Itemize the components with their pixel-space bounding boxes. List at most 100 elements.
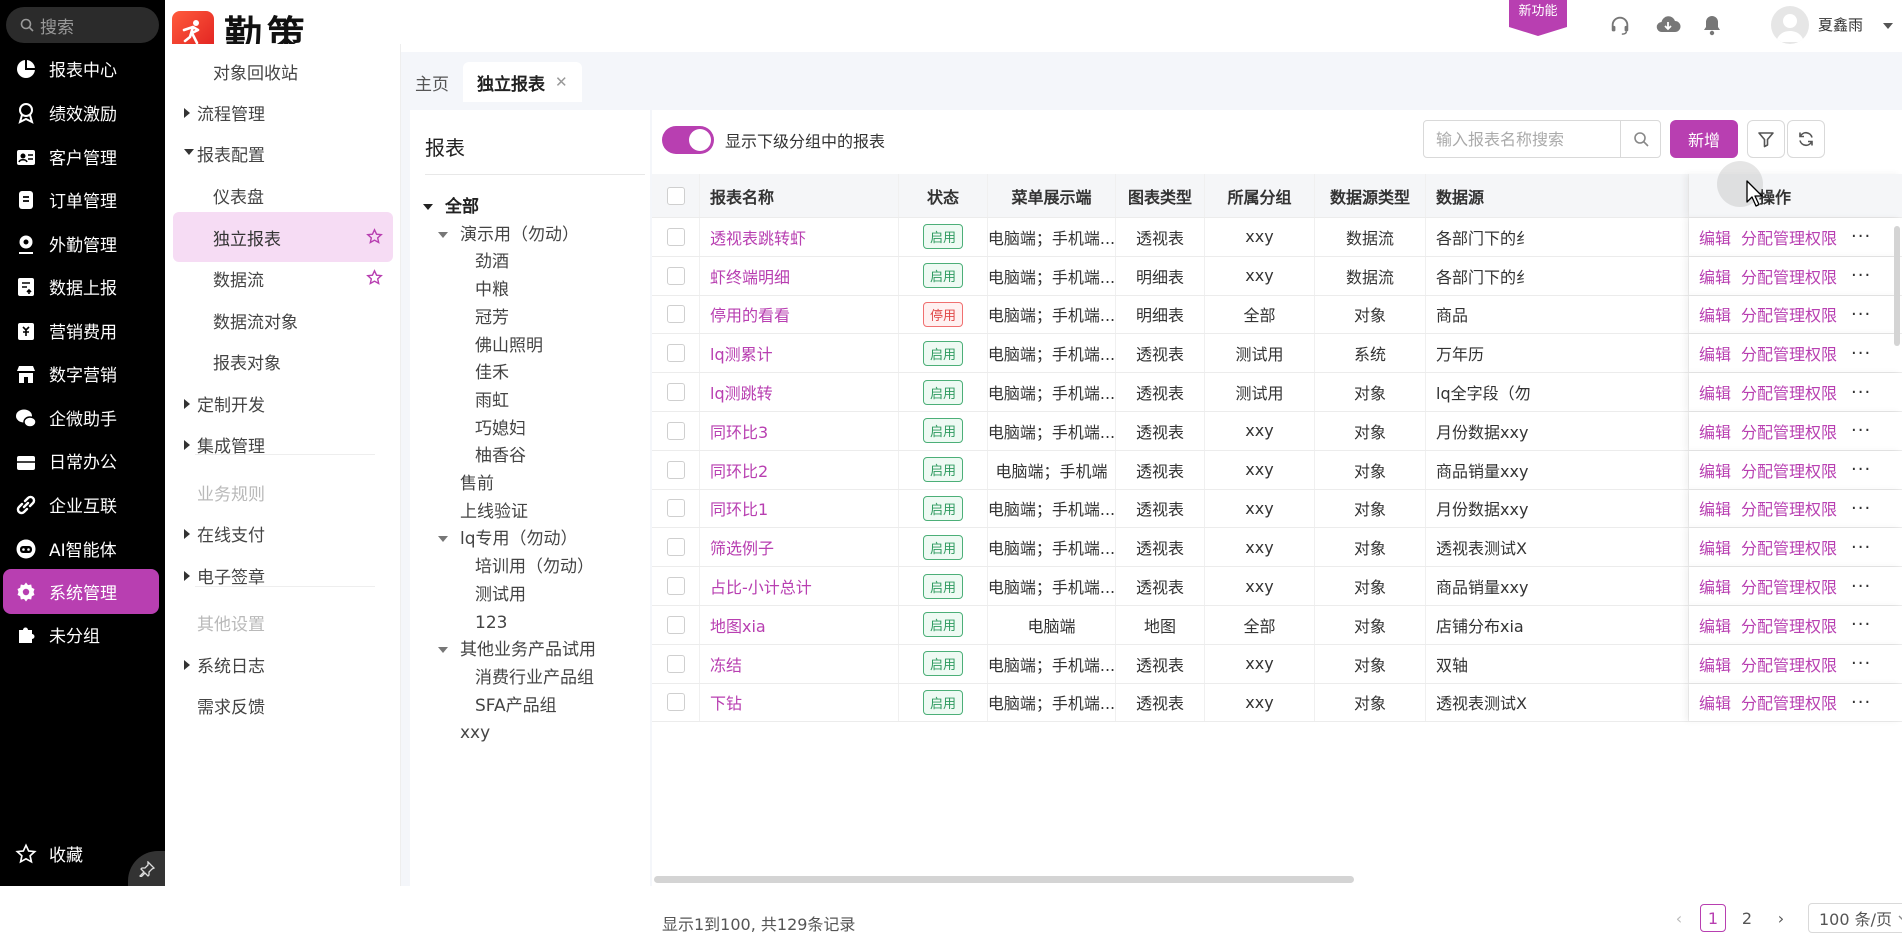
more-icon[interactable]: ··· <box>1851 420 1871 441</box>
sub-nav-item[interactable]: 需求反馈 <box>173 680 393 730</box>
tree-node[interactable]: 其他业务产品试用 <box>438 636 596 664</box>
report-name-link[interactable]: lq测跳转 <box>710 380 773 404</box>
assign-permission-link[interactable]: 分配管理权限 <box>1741 380 1837 404</box>
report-name-link[interactable]: 虾终端明细 <box>710 264 790 288</box>
more-icon[interactable]: ··· <box>1851 382 1871 403</box>
chevron-right-icon[interactable] <box>184 571 190 581</box>
show-subgroup-toggle[interactable] <box>662 126 714 154</box>
tree-node[interactable]: lq专用（勿动） <box>438 525 578 553</box>
tree-node[interactable]: 培训用（勿动） <box>475 553 594 581</box>
tree-node[interactable]: 测试用 <box>475 581 526 609</box>
tree-node[interactable]: 演示用（勿动） <box>438 221 579 249</box>
table-row[interactable]: 透视表跳转虾 启用 电脑端；手机端... 透视表 xxy 数据流 各部门下的纟 编辑 分配管理权… <box>652 218 1902 257</box>
assign-permission-link[interactable]: 分配管理权限 <box>1741 690 1837 714</box>
star-icon[interactable] <box>366 228 383 245</box>
assign-permission-link[interactable]: 分配管理权限 <box>1741 574 1837 598</box>
row-checkbox[interactable] <box>666 577 685 596</box>
tree-node[interactable]: 冠芳 <box>475 304 509 332</box>
nav-item[interactable]: 企微助手 <box>3 395 159 440</box>
table-row[interactable]: 停用的看看 停用 电脑端；手机端... 明细表 全部 对象 商品 编辑 分配管理权限 ··· <box>652 295 1902 335</box>
chevron-down-icon[interactable] <box>184 149 194 155</box>
tree-node[interactable]: xxy <box>460 719 490 747</box>
chevron-right-icon[interactable] <box>184 529 190 539</box>
nav-item[interactable]: 系统管理 <box>3 569 159 614</box>
tree-node[interactable]: 售前 <box>460 470 494 498</box>
table-row[interactable]: 同环比2 启用 电脑端；手机端 透视表 xxy 对象 商品销量xxy 编辑 分配管理权限 ··· <box>652 450 1902 490</box>
report-name-link[interactable]: 同环比3 <box>710 419 768 443</box>
report-name-link[interactable]: 下钻 <box>710 690 742 714</box>
prev-page-icon[interactable]: ‹ <box>1666 904 1692 932</box>
more-icon[interactable]: ··· <box>1851 576 1871 597</box>
edit-link[interactable]: 编辑 <box>1699 225 1731 249</box>
next-page-icon[interactable]: › <box>1768 904 1794 932</box>
chevron-down-icon[interactable] <box>438 231 448 238</box>
chevron-right-icon[interactable] <box>184 660 190 670</box>
row-checkbox[interactable] <box>666 305 685 324</box>
edit-link[interactable]: 编辑 <box>1699 302 1731 326</box>
edit-link[interactable]: 编辑 <box>1699 264 1731 288</box>
edit-link[interactable]: 编辑 <box>1699 690 1731 714</box>
assign-permission-link[interactable]: 分配管理权限 <box>1741 652 1837 676</box>
tree-node[interactable]: 上线验证 <box>460 498 528 526</box>
column-header[interactable]: 图表类型 <box>1128 184 1192 208</box>
column-header[interactable]: 所属分组 <box>1227 184 1291 208</box>
report-name-link[interactable]: 筛选例子 <box>710 535 774 559</box>
edit-link[interactable]: 编辑 <box>1699 652 1731 676</box>
scroll-thumb[interactable] <box>654 876 1354 883</box>
nav-item[interactable]: 报表中心 <box>3 46 159 91</box>
nav-item[interactable]: 客户管理 <box>3 134 159 179</box>
more-icon[interactable]: ··· <box>1851 304 1871 325</box>
chevron-down-icon[interactable] <box>438 647 448 654</box>
report-name-link[interactable]: 停用的看看 <box>710 302 790 326</box>
report-name-link[interactable]: 冻结 <box>710 652 742 676</box>
chevron-down-icon[interactable] <box>438 536 448 543</box>
table-row[interactable]: 筛选例子 启用 电脑端；手机端... 透视表 xxy 对象 透视表测试X 编辑 分配管理权限 ··… <box>652 528 1902 568</box>
nav-item[interactable]: 营销费用 <box>3 308 159 353</box>
row-checkbox[interactable] <box>666 654 685 673</box>
row-checkbox[interactable] <box>666 227 685 246</box>
bell-icon[interactable] <box>1702 14 1722 36</box>
edit-link[interactable]: 编辑 <box>1699 458 1731 482</box>
close-icon[interactable]: ✕ <box>555 73 568 91</box>
assign-permission-link[interactable]: 分配管理权限 <box>1741 419 1837 443</box>
edit-link[interactable]: 编辑 <box>1699 496 1731 520</box>
column-header[interactable]: 数据源类型 <box>1330 184 1410 208</box>
table-row[interactable]: 同环比3 启用 电脑端；手机端... 透视表 xxy 对象 月份数据xxy 编辑 分配管理权限 ·… <box>652 412 1902 451</box>
chevron-right-icon[interactable] <box>184 440 190 450</box>
more-icon[interactable]: ··· <box>1851 226 1871 247</box>
vertical-scrollbar[interactable] <box>1894 226 1900 346</box>
nav-search-input[interactable]: 搜索 <box>6 7 159 43</box>
table-row[interactable]: 下钻 启用 电脑端；手机端... 透视表 xxy 对象 透视表测试X 编辑 分配管理权限 ··· <box>652 683 1902 723</box>
assign-permission-link[interactable]: 分配管理权限 <box>1741 496 1837 520</box>
user-name[interactable]: 夏鑫雨 <box>1818 14 1863 35</box>
nav-item[interactable]: 企业互联 <box>3 482 159 527</box>
sub-nav-item[interactable]: 集成管理 <box>173 419 393 469</box>
star-icon[interactable] <box>366 269 383 286</box>
assign-permission-link[interactable]: 分配管理权限 <box>1741 341 1837 365</box>
row-checkbox[interactable] <box>666 615 685 634</box>
row-checkbox[interactable] <box>666 344 685 363</box>
add-report-button[interactable]: 新增 <box>1670 120 1738 158</box>
report-name-link[interactable]: lq测累计 <box>710 341 773 365</box>
table-row[interactable]: 冻结 启用 电脑端；手机端... 透视表 xxy 对象 双轴 编辑 分配管理权限 ··· <box>652 644 1902 684</box>
edit-link[interactable]: 编辑 <box>1699 613 1731 637</box>
column-header[interactable]: 数据源 <box>1436 184 1484 208</box>
row-checkbox[interactable] <box>666 538 685 557</box>
nav-item[interactable]: 数据上报 <box>3 264 159 309</box>
chevron-right-icon[interactable] <box>184 108 190 118</box>
cloud-download-icon[interactable] <box>1655 14 1681 36</box>
edit-link[interactable]: 编辑 <box>1699 341 1731 365</box>
more-icon[interactable]: ··· <box>1851 614 1871 635</box>
assign-permission-link[interactable]: 分配管理权限 <box>1741 264 1837 288</box>
nav-item[interactable]: AI智能体 <box>3 526 159 571</box>
column-header[interactable]: 菜单展示端 <box>1011 184 1091 208</box>
table-row[interactable]: lq测跳转 启用 电脑端；手机端... 透视表 测试用 对象 lq全字段（勿 编辑 分配管理权限… <box>652 373 1902 412</box>
chevron-right-icon[interactable] <box>184 399 190 409</box>
report-name-link[interactable]: 同环比2 <box>710 458 768 482</box>
report-name-link[interactable]: 地图xia <box>710 613 766 637</box>
report-search-input[interactable] <box>1424 121 1620 157</box>
avatar[interactable] <box>1771 6 1809 44</box>
report-name-link[interactable]: 透视表跳转虾 <box>710 225 806 249</box>
assign-permission-link[interactable]: 分配管理权限 <box>1741 613 1837 637</box>
table-row[interactable]: lq测累计 启用 电脑端；手机端... 透视表 测试用 系统 万年历 编辑 分配管理权限 ··· <box>652 334 1902 374</box>
